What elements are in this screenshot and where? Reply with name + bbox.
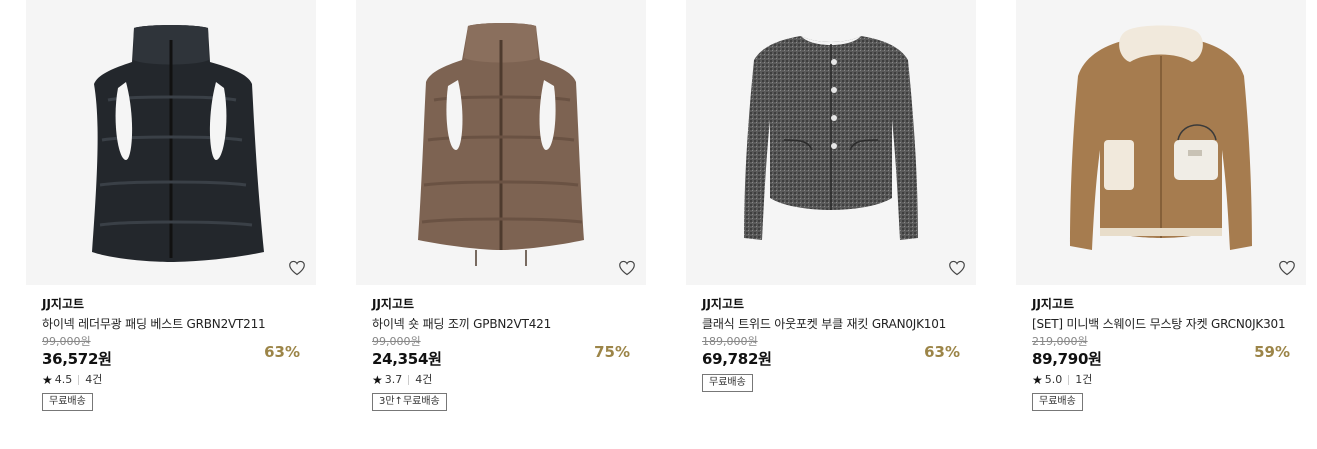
product-card[interactable]: JJ지고트 하이넥 숏 패딩 조끼 GPBN2VT421 99,000원 24,…: [356, 0, 646, 411]
product-title[interactable]: 클래식 트위드 아웃포켓 부클 재킷 GRAN0JK101: [702, 316, 960, 332]
discount-rate: 59%: [1254, 343, 1290, 361]
heart-outline-icon[interactable]: [618, 260, 636, 276]
rating-row: ★ 4.5 4건: [42, 372, 300, 388]
product-title[interactable]: 하이넥 레더무광 패딩 베스트 GRBN2VT211: [42, 316, 300, 332]
discount-rate: 63%: [264, 343, 300, 361]
sale-price: 36,572원: [42, 350, 112, 368]
sale-price: 69,782원: [702, 350, 772, 368]
suede-mustang-jacket-image: [1070, 25, 1252, 250]
rating-row: ★ 5.0 1건: [1032, 372, 1290, 388]
grey-tweed-jacket-image: [744, 36, 918, 240]
heart-outline-icon[interactable]: [948, 260, 966, 276]
product-image[interactable]: [686, 0, 976, 285]
product-title[interactable]: 하이넥 숏 패딩 조끼 GPBN2VT421: [372, 316, 630, 332]
product-image[interactable]: [356, 0, 646, 285]
brand-name[interactable]: JJ지고트: [702, 296, 960, 312]
discount-rate: 75%: [594, 343, 630, 361]
divider: [78, 375, 80, 385]
star-icon: ★: [42, 373, 53, 387]
sale-price: 24,354원: [372, 350, 442, 368]
shipping-badge: 무료배송: [702, 374, 753, 392]
shipping-badge: 3만↑무료배송: [372, 393, 447, 411]
product-title[interactable]: [SET] 미니백 스웨이드 무스탕 자켓 GRCN0JK301: [1032, 316, 1290, 332]
product-image[interactable]: [1016, 0, 1306, 285]
product-card[interactable]: JJ지고트 [SET] 미니백 스웨이드 무스탕 자켓 GRCN0JK301 2…: [1016, 0, 1306, 411]
heart-outline-icon[interactable]: [288, 260, 306, 276]
divider: [1068, 375, 1070, 385]
shipping-badge: 무료배송: [42, 393, 93, 411]
star-icon: ★: [372, 373, 383, 387]
original-price: 99,000원: [372, 335, 421, 348]
product-image[interactable]: [26, 0, 316, 285]
rating-score: 4.5: [54, 373, 73, 386]
rating-score: 3.7: [384, 373, 403, 386]
rating-score: 5.0: [1044, 373, 1063, 386]
brand-name[interactable]: JJ지고트: [372, 296, 630, 312]
discount-rate: 63%: [924, 343, 960, 361]
star-icon: ★: [1032, 373, 1043, 387]
original-price: 219,000원: [1032, 335, 1088, 348]
divider: [408, 375, 410, 385]
review-count: 1건: [1075, 373, 1093, 386]
brand-name[interactable]: JJ지고트: [1032, 296, 1290, 312]
product-card[interactable]: JJ지고트 하이넥 레더무광 패딩 베스트 GRBN2VT211 99,000원…: [26, 0, 316, 411]
shipping-badge: 무료배송: [1032, 393, 1083, 411]
heart-outline-icon[interactable]: [1278, 260, 1296, 276]
product-grid: JJ지고트 하이넥 레더무광 패딩 베스트 GRBN2VT211 99,000원…: [26, 0, 1306, 411]
original-price: 99,000원: [42, 335, 91, 348]
rating-row: ★ 3.7 4건: [372, 372, 630, 388]
brand-name[interactable]: JJ지고트: [42, 296, 300, 312]
original-price: 189,000원: [702, 335, 758, 348]
product-card[interactable]: JJ지고트 클래식 트위드 아웃포켓 부클 재킷 GRAN0JK101 189,…: [686, 0, 976, 411]
sale-price: 89,790원: [1032, 350, 1102, 368]
review-count: 4건: [415, 373, 433, 386]
black-padded-vest-image: [92, 25, 264, 262]
review-count: 4건: [85, 373, 103, 386]
brown-padded-vest-image: [418, 23, 584, 266]
